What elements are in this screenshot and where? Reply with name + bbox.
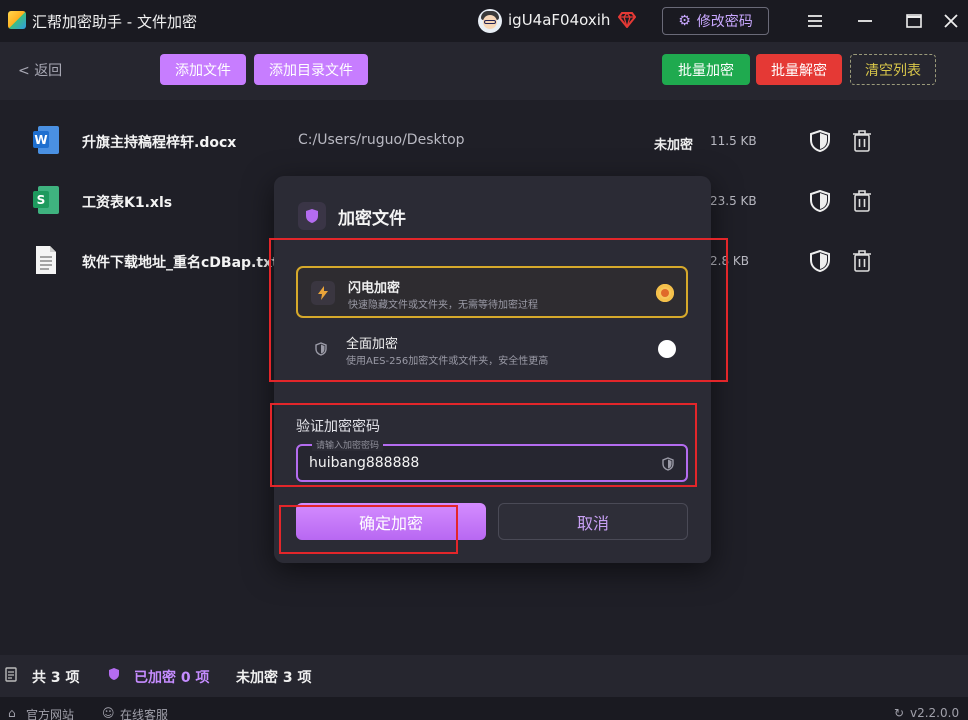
- password-value: huibang888888: [309, 455, 420, 471]
- option-desc: 使用AES-256加密文件或文件夹，安全性更高: [346, 356, 549, 367]
- vip-diamond-icon: [618, 12, 636, 28]
- change-password-button[interactable]: ⚙ 修改密码: [662, 7, 769, 35]
- add-folder-button[interactable]: 添加目录文件: [254, 54, 368, 85]
- total-count: 共 3 项: [32, 670, 80, 686]
- file-size: 23.5 KB: [710, 194, 757, 208]
- shield-icon: [309, 337, 333, 361]
- option-title: 全面加密: [346, 337, 399, 352]
- app-logo-icon: [8, 11, 26, 29]
- radio-unselected[interactable]: [658, 340, 676, 358]
- toolbar: < 返回 添加文件 添加目录文件 批量加密 批量解密 清空列表: [0, 42, 968, 100]
- maximize-icon[interactable]: [901, 8, 927, 34]
- username[interactable]: igU4aF04oxih: [508, 11, 610, 29]
- summary-bar: 共 3 项 已加密 0 项 未加密 3 项: [0, 655, 968, 697]
- trash-icon[interactable]: [852, 190, 872, 212]
- back-link[interactable]: < 返回: [18, 60, 62, 80]
- cancel-button[interactable]: 取消: [498, 503, 688, 540]
- shield-icon[interactable]: [809, 190, 831, 212]
- file-path: C:/Users/ruguo/Desktop: [298, 132, 465, 148]
- back-label: 返回: [34, 63, 63, 79]
- clear-list-button[interactable]: 清空列表: [850, 54, 936, 85]
- menu-icon[interactable]: [802, 8, 828, 34]
- encrypted-count: 已加密 0 项: [134, 670, 210, 686]
- file-status: 未加密: [654, 138, 694, 153]
- window-title: 汇帮加密助手 - 文件加密: [32, 13, 197, 31]
- dialog-title: 加密文件: [338, 209, 406, 229]
- close-icon[interactable]: [938, 8, 964, 34]
- file-name: 软件下载地址_重名cDBap.txt: [82, 255, 279, 271]
- chevron-left-icon: <: [18, 63, 30, 79]
- batch-encrypt-button[interactable]: 批量加密: [662, 54, 750, 85]
- excel-file-icon: S: [33, 186, 59, 214]
- status-bar: ⌂ 官方网站 ☺ 在线客服 ↻ v2.2.0.0: [0, 697, 968, 720]
- option-lightning-encrypt[interactable]: 闪电加密 快速隐藏文件或文件夹，无需等待加密过程: [296, 266, 688, 318]
- add-file-button[interactable]: 添加文件: [160, 54, 246, 85]
- password-label: 验证加密密码: [296, 419, 380, 435]
- minimize-icon[interactable]: [852, 8, 878, 34]
- shield-icon[interactable]: [809, 250, 831, 272]
- shield-icon: [662, 457, 674, 471]
- official-website-link[interactable]: 官方网站: [26, 706, 74, 720]
- option-full-encrypt[interactable]: 全面加密 使用AES-256加密文件或文件夹，安全性更高: [296, 324, 688, 376]
- shield-icon: [109, 668, 119, 680]
- option-desc: 快速隐藏文件或文件夹，无需等待加密过程: [348, 300, 538, 311]
- confirm-encrypt-button[interactable]: 确定加密: [296, 503, 486, 540]
- gear-icon: ⚙: [678, 13, 691, 29]
- shield-icon[interactable]: [809, 130, 831, 152]
- refresh-icon: ↻: [894, 706, 905, 720]
- file-size: 11.5 KB: [710, 134, 757, 148]
- document-icon: [5, 667, 17, 682]
- option-title: 闪电加密: [348, 281, 401, 296]
- radio-selected[interactable]: [656, 284, 674, 302]
- shield-icon: [298, 202, 326, 230]
- title-bar: 汇帮加密助手 - 文件加密 igU4aF04oxih ⚙ 修改密码: [0, 0, 968, 42]
- user-avatar[interactable]: [478, 9, 502, 33]
- word-file-icon: W: [33, 126, 59, 154]
- batch-decrypt-button[interactable]: 批量解密: [756, 54, 842, 85]
- unencrypted-count: 未加密 3 项: [236, 670, 312, 686]
- password-input[interactable]: 请输入加密密码 huibang888888: [296, 438, 688, 482]
- password-placeholder: 请输入加密密码: [312, 438, 384, 451]
- file-size: 2.8 KB: [710, 254, 749, 268]
- home-icon: ⌂: [8, 706, 16, 720]
- file-name: 工资表K1.xls: [82, 195, 173, 211]
- svg-text:W: W: [34, 133, 47, 147]
- encrypt-dialog: 加密文件 闪电加密 快速隐藏文件或文件夹，无需等待加密过程 全面加密 使用AES…: [274, 176, 711, 563]
- trash-icon[interactable]: [852, 130, 872, 152]
- file-row[interactable]: W 升旗主持稿程梓轩.docx C:/Users/ruguo/Desktop 未…: [0, 108, 968, 168]
- text-file-icon: [36, 246, 56, 274]
- file-name: 升旗主持稿程梓轩.docx: [82, 135, 237, 151]
- support-icon: ☺: [102, 706, 115, 720]
- version-label: v2.2.0.0: [910, 706, 960, 720]
- change-password-label: 修改密码: [696, 14, 753, 30]
- online-support-link[interactable]: 在线客服: [120, 706, 168, 720]
- svg-text:S: S: [37, 193, 46, 207]
- trash-icon[interactable]: [852, 250, 872, 272]
- lightning-icon: [311, 281, 335, 305]
